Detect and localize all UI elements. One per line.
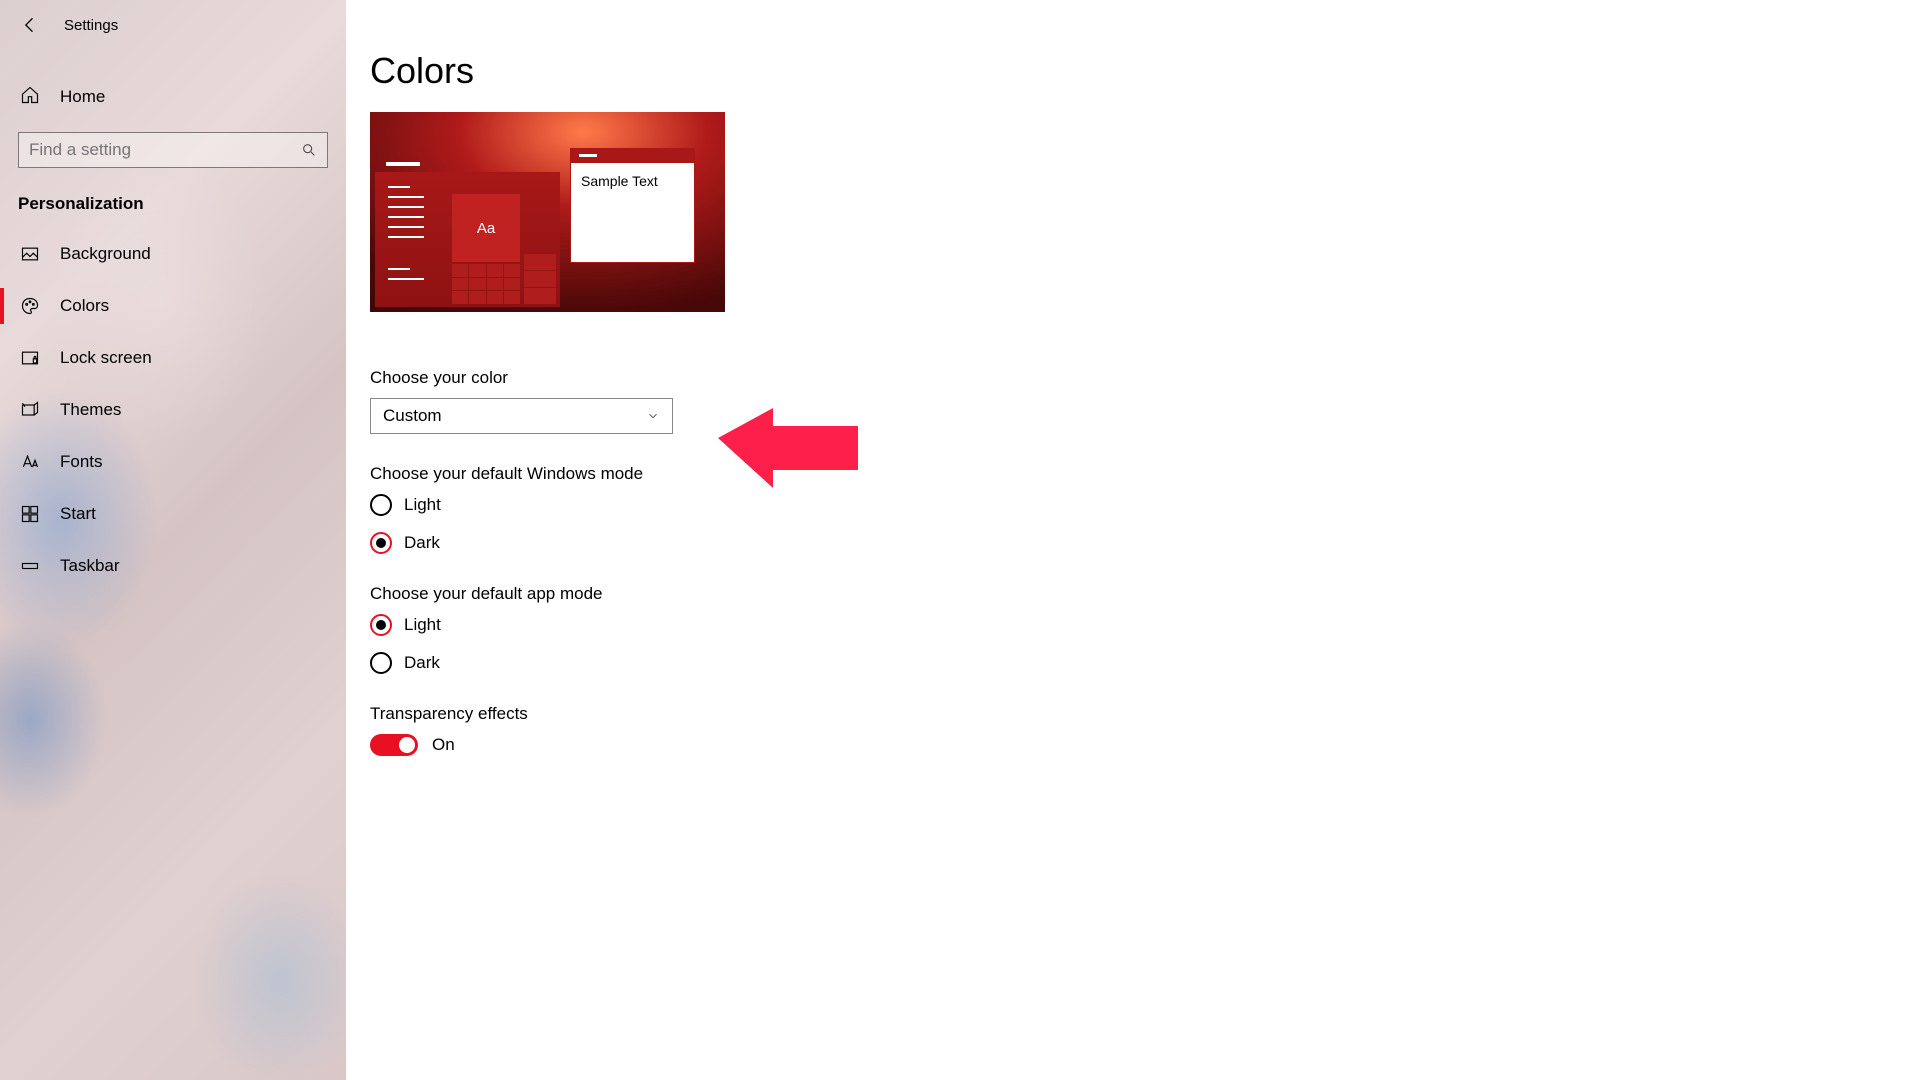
app-mode-dark[interactable]: Dark xyxy=(370,652,1920,674)
search-field[interactable] xyxy=(29,140,301,160)
palette-icon xyxy=(20,296,40,316)
transparency-toggle[interactable] xyxy=(370,734,418,756)
choose-color-value: Custom xyxy=(383,406,442,426)
themes-icon xyxy=(20,400,40,420)
sidebar-item-fonts[interactable]: Fonts xyxy=(0,436,346,488)
page-title: Colors xyxy=(370,50,1920,92)
taskbar-icon xyxy=(20,556,40,576)
search-icon xyxy=(301,142,317,158)
windows-mode-dark[interactable]: Dark xyxy=(370,532,1920,554)
sidebar-item-start[interactable]: Start xyxy=(0,488,346,540)
sidebar-item-home[interactable]: Home xyxy=(0,74,346,120)
chevron-down-icon xyxy=(646,409,660,423)
transparency-label: Transparency effects xyxy=(370,704,1920,724)
preview-window-text: Sample Text xyxy=(571,163,694,199)
preview-window: Sample Text xyxy=(570,148,695,263)
app-mode-light[interactable]: Light xyxy=(370,614,1920,636)
sidebar-item-background[interactable]: Background xyxy=(0,228,346,280)
app-title: Settings xyxy=(64,17,118,34)
transparency-state: On xyxy=(432,735,455,755)
windows-mode-label: Choose your default Windows mode xyxy=(370,464,1920,484)
sidebar-item-colors[interactable]: Colors xyxy=(0,280,346,332)
choose-color-label: Choose your color xyxy=(370,368,1920,388)
choose-color-dropdown[interactable]: Custom xyxy=(370,398,673,434)
lockscreen-icon xyxy=(20,348,40,368)
image-icon xyxy=(20,244,40,264)
sidebar-item-taskbar[interactable]: Taskbar xyxy=(0,540,346,592)
section-heading: Personalization xyxy=(0,168,346,228)
search-input[interactable] xyxy=(18,132,328,168)
radio-icon xyxy=(370,652,392,674)
start-icon xyxy=(20,504,40,524)
app-mode-label: Choose your default app mode xyxy=(370,584,1920,604)
sidebar: Settings Home Personalization Background… xyxy=(0,0,346,1080)
back-button[interactable] xyxy=(20,15,40,35)
arrow-left-icon xyxy=(20,15,40,35)
sidebar-item-themes[interactable]: Themes xyxy=(0,384,346,436)
radio-selected-icon xyxy=(370,532,392,554)
windows-mode-light[interactable]: Light xyxy=(370,494,1920,516)
home-icon xyxy=(20,85,40,110)
fonts-icon xyxy=(20,452,40,472)
home-label: Home xyxy=(60,87,105,107)
sidebar-item-lockscreen[interactable]: Lock screen xyxy=(0,332,346,384)
radio-selected-icon xyxy=(370,614,392,636)
main-content: Colors Aa Sample Text Choose your color … xyxy=(370,0,1920,1080)
preview-tile: Aa xyxy=(452,194,520,262)
radio-icon xyxy=(370,494,392,516)
color-preview: Aa Sample Text xyxy=(370,112,725,312)
